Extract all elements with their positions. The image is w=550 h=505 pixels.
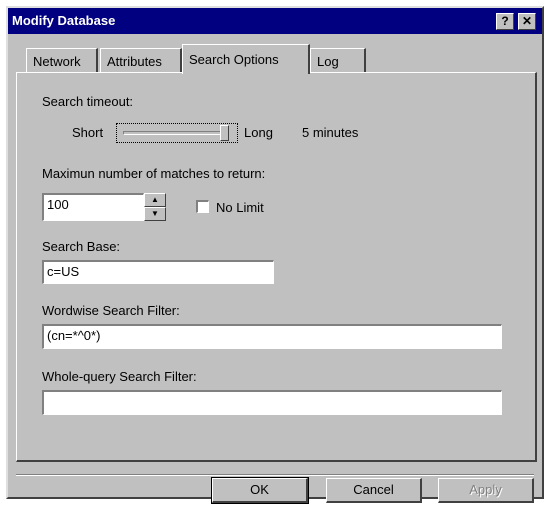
search-timeout-label: Search timeout: [42,94,134,109]
max-matches-label: Maximun number of matches to return: [42,166,266,181]
max-matches-input[interactable]: 100 [42,193,144,221]
wholequery-filter-label: Whole-query Search Filter: [42,369,197,384]
no-limit-label: No Limit [216,200,264,215]
tab-attributes[interactable]: Attributes [100,48,182,72]
window-title: Modify Database [12,13,116,28]
search-base-label: Search Base: [42,239,121,254]
search-timeout-slider[interactable] [116,123,238,143]
cancel-button[interactable]: Cancel [326,478,422,503]
dialog-window: Modify Database ? ✕ Network Attributes S… [6,6,544,504]
max-matches-stepper[interactable]: ▲ ▼ [144,193,166,221]
help-button[interactable]: ? [496,13,514,30]
apply-button[interactable]: Apply [438,478,534,503]
wordwise-filter-label: Wordwise Search Filter: [42,303,180,318]
timeout-value-text: 5 minutes [302,125,359,140]
wordwise-filter-input[interactable]: (cn=*^0*) [42,324,502,349]
stepper-down-icon[interactable]: ▼ [144,207,166,221]
title-bar[interactable]: Modify Database ? ✕ [8,8,542,34]
stepper-up-icon[interactable]: ▲ [144,193,166,207]
close-button[interactable]: ✕ [518,13,536,30]
no-limit-checkbox[interactable] [196,200,209,213]
slider-thumb[interactable] [220,125,229,141]
slider-min-label: Short [72,125,104,140]
slider-max-label: Long [244,125,273,140]
slider-track [123,131,223,135]
ok-button[interactable]: OK [211,477,309,504]
tab-log[interactable]: Log [310,48,366,72]
wholequery-filter-input[interactable] [42,390,502,415]
divider [16,474,534,476]
tab-search-options[interactable]: Search Options [182,44,310,74]
tab-network[interactable]: Network [26,48,98,72]
search-base-input[interactable]: c=US [42,260,274,284]
